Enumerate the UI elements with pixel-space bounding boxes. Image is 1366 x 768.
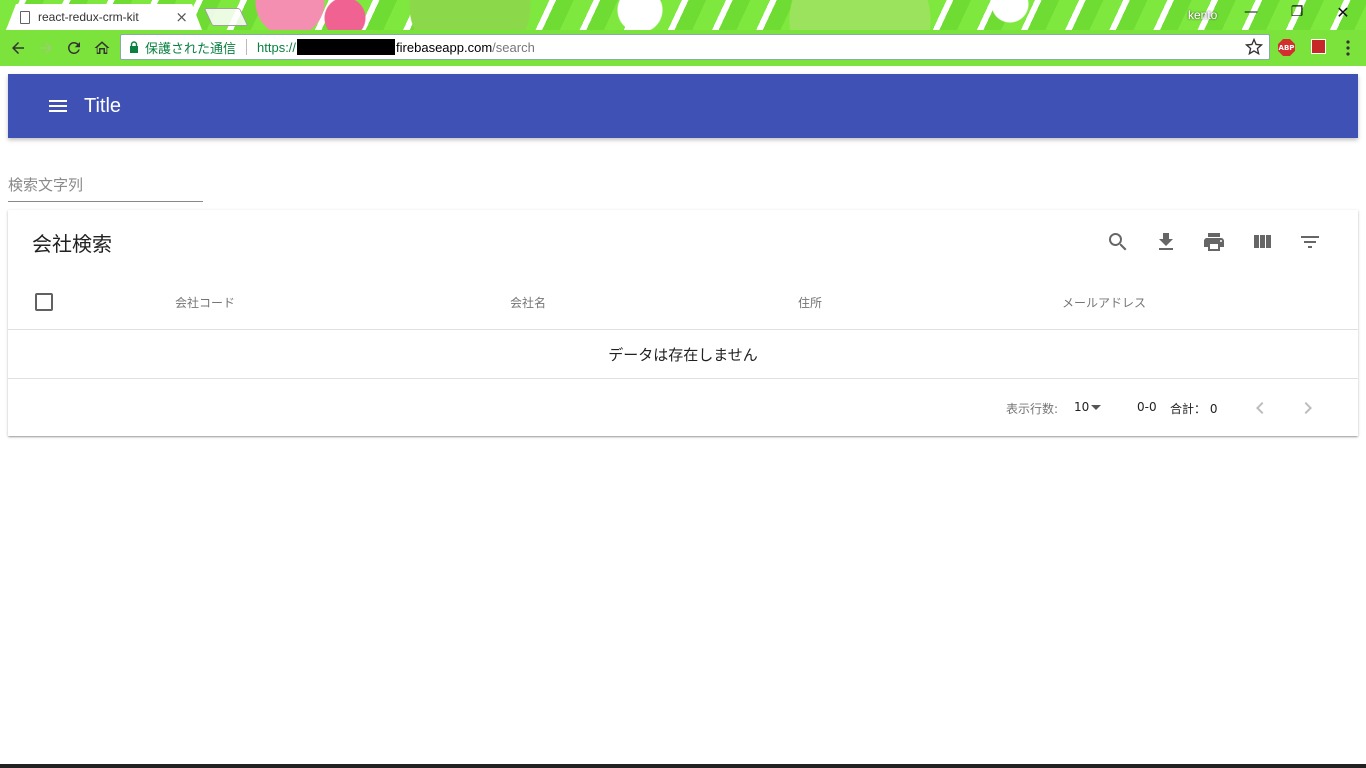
search-field[interactable] [8, 170, 203, 202]
filter-icon[interactable] [1298, 230, 1322, 254]
search-input[interactable] [8, 170, 203, 200]
tab-title: react-redux-crm-kit [38, 10, 139, 24]
menu-button[interactable] [46, 94, 70, 118]
search-icon[interactable] [1106, 230, 1130, 254]
rows-per-page-value: 10 [1074, 400, 1090, 414]
view-columns-icon[interactable] [1250, 230, 1274, 254]
more-vert-icon[interactable] [1341, 39, 1355, 57]
secure-connection-label[interactable]: 保護された通信 [145, 38, 236, 57]
redacted-url-segment [297, 39, 396, 55]
app-title: Title [84, 94, 122, 117]
select-all-checkbox[interactable] [35, 293, 53, 311]
url-host: firebaseapp.com [396, 39, 493, 55]
lock-icon [130, 41, 138, 53]
next-page-icon[interactable] [1296, 396, 1320, 420]
table-header: 会社コード 会社名 住所 メールアドレス [8, 276, 1358, 330]
home-button[interactable] [90, 36, 114, 60]
browser-title-bar: react-redux-crm-kit × kento — ❐ ✕ [0, 0, 1366, 30]
new-tab-button[interactable] [203, 8, 249, 26]
print-icon[interactable] [1202, 230, 1226, 254]
company-search-table: 会社検索 会社コード 会社名 住所 メールアドレス データは存在しません 表示行… [8, 210, 1358, 436]
reload-button[interactable] [62, 36, 86, 60]
minimize-button[interactable]: — [1241, 4, 1261, 20]
home-icon [94, 41, 110, 54]
url-path: /search [492, 39, 535, 55]
taskbar-edge [0, 764, 1366, 768]
url-scheme: https:// [257, 39, 297, 55]
rows-per-page-select[interactable]: 10 [1074, 400, 1102, 414]
page-range: 0-0 [1137, 400, 1157, 414]
rows-per-page-label: 表示行数: [1006, 402, 1059, 416]
previous-page-icon[interactable] [1248, 396, 1272, 420]
adblock-label: ABP [1278, 43, 1295, 52]
column-header-email[interactable]: メールアドレス [1062, 294, 1146, 311]
column-header-address[interactable]: 住所 [798, 294, 822, 311]
total-count: 合計： 0 [1170, 402, 1218, 416]
browser-toolbar: 保護された通信 https:// firebaseapp.com /search… [0, 30, 1366, 66]
back-button[interactable] [6, 36, 30, 60]
arrow-left-icon [12, 42, 24, 54]
column-header-company-code[interactable]: 会社コード [175, 294, 235, 311]
profile-name[interactable]: kento [1188, 8, 1217, 22]
tab-close-button[interactable]: × [175, 8, 188, 26]
table-title: 会社検索 [32, 232, 112, 256]
page-icon [20, 10, 30, 24]
extension-icon[interactable] [1311, 39, 1326, 54]
address-separator [246, 39, 248, 55]
adblock-extension-icon[interactable]: ABP [1278, 39, 1295, 56]
arrow-right-icon [40, 42, 52, 54]
dropdown-arrow-icon [1091, 404, 1102, 410]
table-pagination: 表示行数: 10 0-0 合計： 0 [8, 380, 1358, 436]
forward-button[interactable] [34, 36, 58, 60]
browser-tab[interactable]: react-redux-crm-kit × [6, 4, 202, 30]
empty-table-message: データは存在しません [8, 330, 1358, 379]
app-bar: Title [8, 74, 1358, 138]
address-bar[interactable]: 保護された通信 https:// firebaseapp.com /search [120, 34, 1270, 60]
maximize-button[interactable]: ❐ [1287, 4, 1307, 20]
close-window-button[interactable]: ✕ [1333, 3, 1353, 22]
reload-icon [67, 41, 80, 54]
download-icon[interactable] [1154, 230, 1178, 254]
bookmark-star-icon[interactable] [1245, 38, 1263, 56]
menu-icon [49, 100, 67, 112]
column-header-company-name[interactable]: 会社名 [510, 294, 546, 311]
